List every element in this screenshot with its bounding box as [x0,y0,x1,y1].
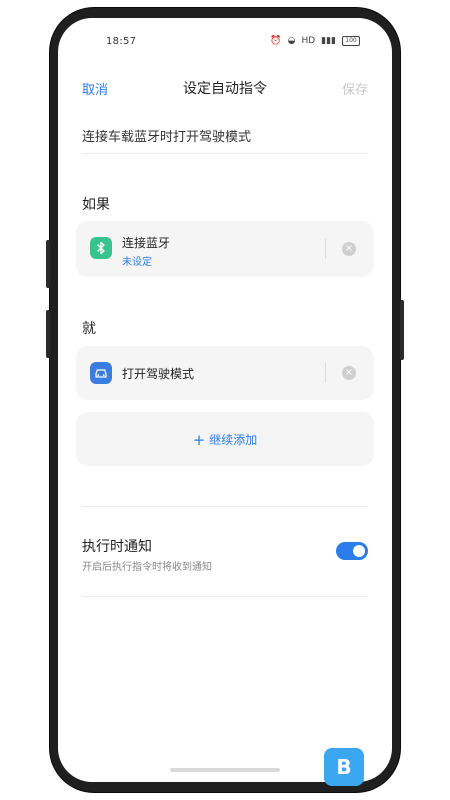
notify-subtitle: 开启后执行指令时将收到通知 [82,562,212,573]
notify-title: 执行时通知 [82,539,152,555]
wifi-icon: ◒ [287,36,296,46]
notify-toggle[interactable] [336,542,368,560]
network-type: HD [301,36,316,46]
bluetooth-icon [90,237,112,259]
trigger-title: 连接蓝牙 [122,236,171,250]
toggle-knob [353,545,365,557]
trigger-status: 未设定 [122,257,152,268]
action-title: 打开驾驶模式 [122,367,195,381]
add-action-button[interactable]: + 继续添加 [76,431,374,449]
section-divider [82,506,368,507]
add-action-label: 继续添加 [209,433,258,447]
then-section-label: 就 [82,321,96,337]
watermark-logo: B [324,748,364,786]
card-divider [325,239,326,259]
navigation-bar: 取消 设定自动指令 保存 [58,76,392,100]
status-icons: ⏰ ◒ HD ▮▮▮ 100 [270,36,360,46]
home-indicator [170,768,280,772]
volume-down-button [46,310,50,358]
remove-action-button[interactable]: × [342,366,356,380]
section-divider-bottom [82,596,368,597]
add-action-card[interactable]: + 继续添加 [76,412,374,466]
action-card[interactable]: 打开驾驶模式 × [76,346,374,400]
trigger-card[interactable]: 连接蓝牙 未设定 × [76,221,374,277]
remove-trigger-button[interactable]: × [342,242,356,256]
volume-up-button [46,240,50,288]
if-section-label: 如果 [82,197,110,213]
signal-icon: ▮▮▮ [321,36,336,46]
power-button [400,300,404,360]
screen: 18:57 ⏰ ◒ HD ▮▮▮ 100 取消 设定自动指令 保存 连接车载蓝牙… [58,18,392,782]
battery-icon: 100 [342,36,360,46]
car-icon [90,362,112,384]
shortcut-name-field[interactable]: 连接车载蓝牙时打开驾驶模式 [82,126,368,145]
alarm-icon: ⏰ [270,36,282,46]
status-time: 18:57 [106,36,137,47]
status-bar: 18:57 ⏰ ◒ HD ▮▮▮ 100 [58,32,392,52]
card-divider [325,363,326,383]
name-field-underline [82,153,368,154]
plus-icon: + [192,431,206,449]
save-button[interactable]: 保存 [342,79,368,98]
